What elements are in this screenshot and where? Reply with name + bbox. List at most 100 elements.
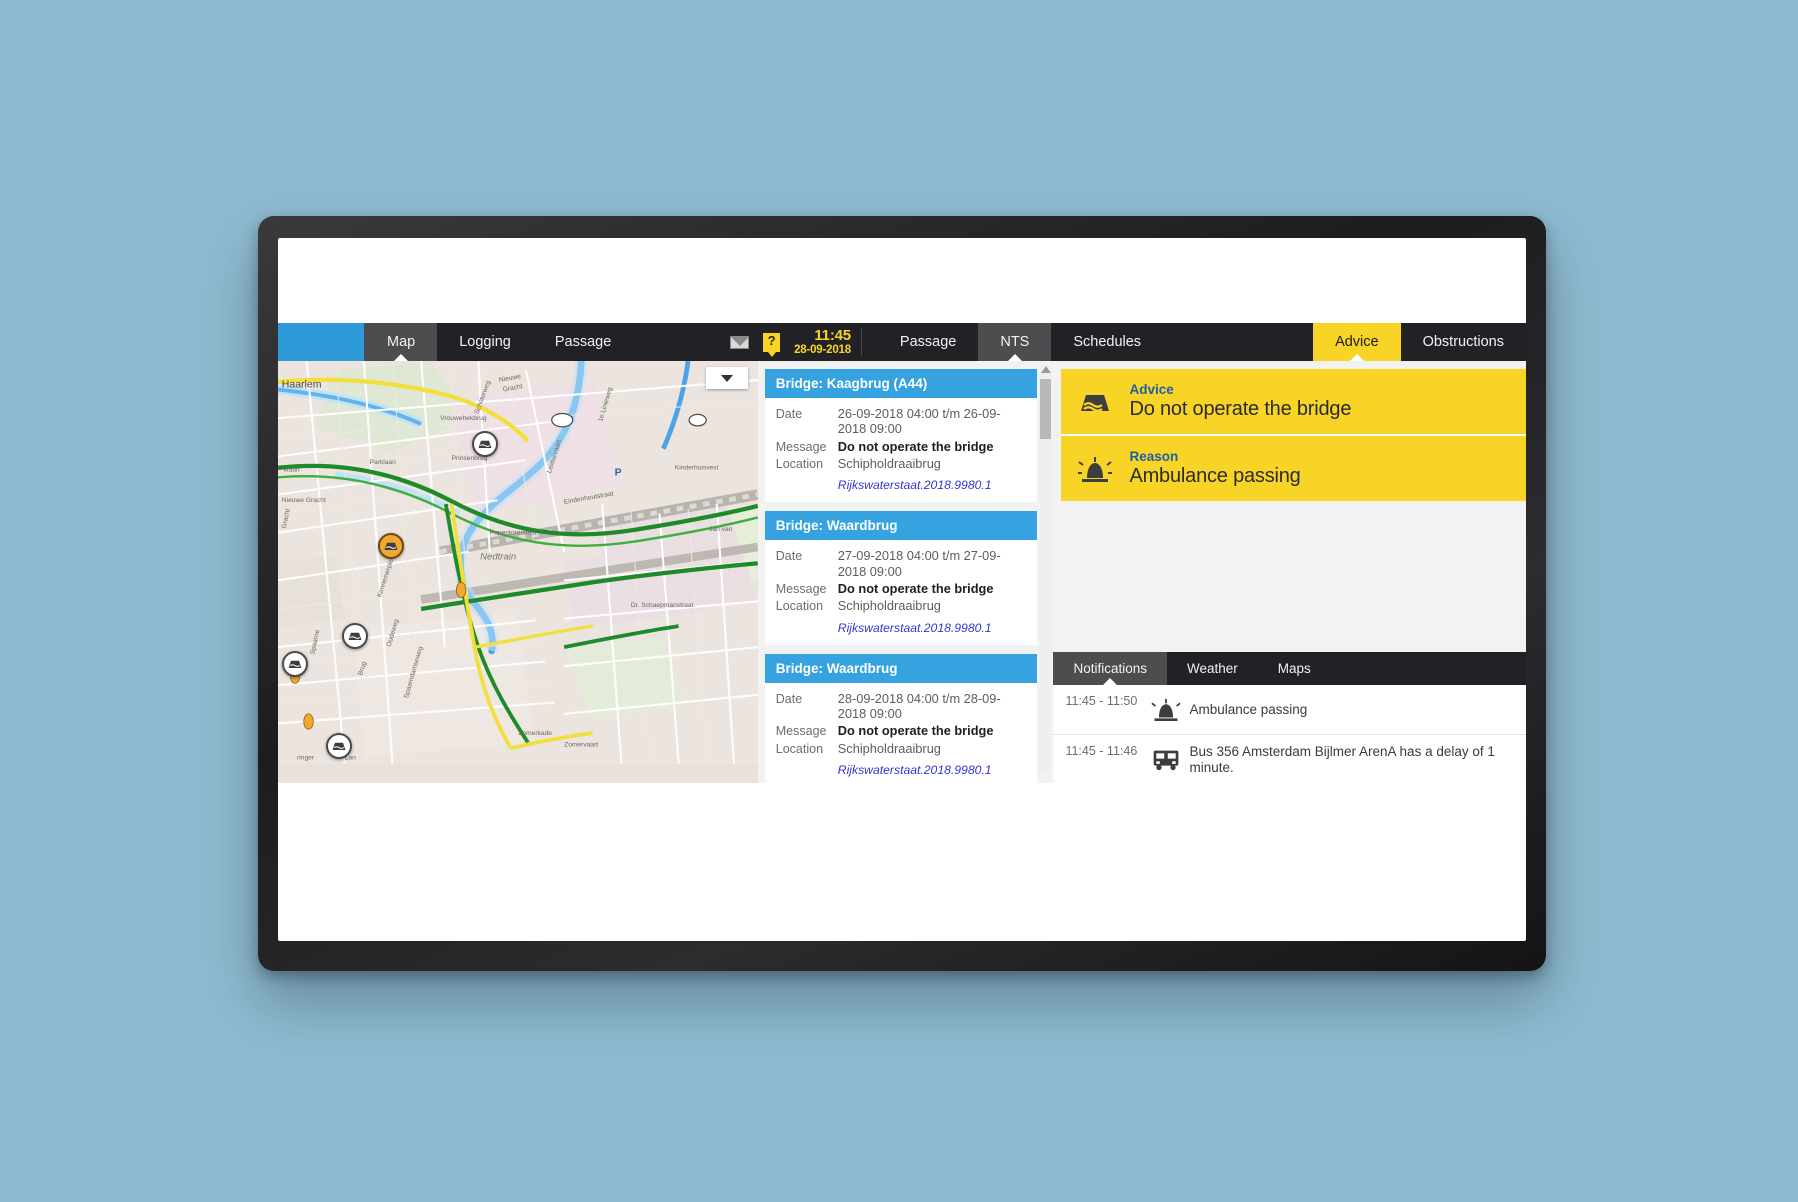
- nts-location-label: Location: [775, 599, 824, 614]
- advice-text-group: Advice Do not operate the bridge: [1129, 382, 1351, 421]
- svg-text:Haarlem: Haarlem: [282, 380, 322, 391]
- main-content-row: Haarlem Nieuwe Gracht Vrouwehekbrug Prin…: [278, 361, 1526, 783]
- nts-message-value: Do not operate the bridge: [837, 723, 994, 739]
- bus-icon: [1143, 748, 1189, 771]
- svg-text:Dr. Schaepmanstraat: Dr. Schaepmanstraat: [631, 602, 694, 609]
- nts-date-label: Date: [775, 549, 803, 564]
- notification-message: Ambulance passing: [1189, 701, 1308, 717]
- nts-location-row: Location Schipholdraaibrug: [776, 456, 1027, 471]
- scroll-up-arrow-icon[interactable]: [1041, 366, 1052, 373]
- tab-weather-label: Weather: [1187, 661, 1238, 677]
- nts-date-row: Date 28-09-2018 04:00 t/m 28-09-2018 09:…: [776, 691, 1027, 722]
- tab-notifications[interactable]: Notifications: [1053, 652, 1167, 686]
- bridge-icon: [288, 660, 302, 668]
- tab-weather[interactable]: Weather: [1167, 652, 1258, 685]
- tab-obstructions-label: Obstructions: [1422, 334, 1504, 350]
- mail-icon[interactable]: [730, 335, 750, 349]
- notification-list[interactable]: 11:45 - 11:50 Ambulance passing 11:45 - …: [1053, 685, 1526, 783]
- toolbar-gap: [1163, 323, 1313, 361]
- nts-message-value: Do not operate the bridge: [837, 581, 994, 597]
- nts-card-body: Date 28-09-2018 04:00 t/m 28-09-2018 09:…: [765, 683, 1038, 783]
- nts-location-row: Location Schipholdraaibrug: [776, 741, 1027, 756]
- scrollbar-thumb[interactable]: [1040, 379, 1052, 439]
- nts-card[interactable]: Bridge: Waardbrug Date 27-09-2018 04:00 …: [764, 511, 1038, 645]
- bridge-marker-5[interactable]: [326, 733, 352, 759]
- tab-advice-label: Advice: [1335, 334, 1379, 350]
- svg-text:Nieuwe Gracht: Nieuwe Gracht: [282, 497, 326, 504]
- tab-advice[interactable]: Advice: [1313, 323, 1401, 361]
- svg-text:Nedtrain: Nedtrain: [480, 551, 516, 562]
- nts-message-row: Message Do not operate the bridge: [776, 439, 1027, 454]
- svg-text:P: P: [615, 467, 622, 478]
- nts-date-row: Date 27-09-2018 04:00 t/m 27-09-2018 09:…: [776, 548, 1027, 579]
- reason-text-group: Reason Ambulance passing: [1129, 449, 1300, 488]
- svg-text:Parklaan: Parklaan: [370, 459, 397, 466]
- svg-text:Vrouwehekbrug: Vrouwehekbrug: [440, 415, 487, 422]
- tab-nts-label: NTS: [1000, 334, 1030, 350]
- tab-passage-label: Passage: [899, 334, 957, 350]
- nts-message-label: Message: [775, 724, 827, 739]
- nts-message-row: Message Do not operate the bridge: [776, 581, 1027, 596]
- bridge-icon: [332, 742, 346, 750]
- advice-row-reason: Reason Ambulance passing: [1061, 434, 1526, 501]
- reason-label: Reason: [1129, 449, 1179, 464]
- notification-message: Bus 356 Amsterdam Bijlmer ArenA has a de…: [1189, 743, 1495, 775]
- clock: 11:45 28-09-2018: [794, 327, 862, 357]
- nts-reference-link[interactable]: Rijkswaterstaat.2018.9980.1: [838, 478, 1027, 492]
- nts-location-value: Schipholdraaibrug: [837, 456, 941, 472]
- bridge-marker-2[interactable]: [378, 533, 404, 559]
- nts-card[interactable]: Bridge: Waardbrug Date 28-09-2018 04:00 …: [764, 653, 1038, 783]
- nts-reference-link[interactable]: Rijkswaterstaat.2018.9980.1: [838, 621, 1027, 635]
- bridge-icon: [478, 440, 492, 448]
- tab-obstructions[interactable]: Obstructions: [1401, 323, 1526, 361]
- help-icon-glyph: ?: [767, 332, 776, 348]
- nts-reference-link[interactable]: Rijkswaterstaat.2018.9980.1: [838, 763, 1027, 777]
- siren-icon: [1143, 697, 1189, 722]
- nts-location-value: Schipholdraaibrug: [837, 740, 941, 756]
- nts-card-title: Bridge: Kaagbrug (A44): [764, 369, 1038, 398]
- bridge-marker-3[interactable]: [342, 623, 368, 649]
- advice-label: Advice: [1129, 382, 1174, 397]
- bridge-icon: [384, 542, 398, 550]
- nts-location-label: Location: [775, 457, 824, 472]
- svg-text:Jan van: Jan van: [709, 526, 733, 533]
- nts-scroll-area[interactable]: Bridge: Kaagbrug (A44) Date 26-09-2018 0…: [758, 361, 1054, 783]
- svg-text:klaan: klaan: [284, 467, 300, 474]
- nts-location-label: Location: [775, 741, 824, 756]
- nts-message-row: Message Do not operate the bridge: [776, 723, 1027, 738]
- nts-location-value: Schipholdraaibrug: [837, 598, 941, 614]
- advice-box: Advice Do not operate the bridge Reason …: [1061, 369, 1526, 501]
- tab-logging[interactable]: Logging: [437, 323, 533, 361]
- nts-date-label: Date: [775, 407, 803, 421]
- bridge-marker-1[interactable]: [472, 431, 498, 457]
- nts-scrollbar[interactable]: [1040, 365, 1052, 771]
- tab-passage-left[interactable]: Passage: [533, 323, 633, 361]
- nts-card-title: Bridge: Waardbrug: [764, 653, 1038, 683]
- tab-maps[interactable]: Maps: [1258, 652, 1331, 685]
- nts-card-title: Bridge: Waardbrug: [764, 511, 1038, 541]
- svg-text:Zomerkade: Zomerkade: [518, 730, 552, 737]
- notification-tabs: Notifications Weather Maps: [1053, 652, 1526, 686]
- application-window: Map Logging Passage ? 11:45 28-09-2018 P…: [278, 323, 1526, 783]
- tab-passage[interactable]: Passage: [878, 323, 978, 361]
- tab-nts[interactable]: NTS: [978, 323, 1052, 361]
- tab-notifications-label: Notifications: [1073, 661, 1147, 677]
- map-panel[interactable]: Haarlem Nieuwe Gracht Vrouwehekbrug Prin…: [278, 361, 758, 783]
- nts-card[interactable]: Bridge: Kaagbrug (A44) Date 26-09-2018 0…: [764, 369, 1038, 503]
- nts-message-value: Do not operate the bridge: [837, 438, 994, 454]
- notification-item[interactable]: 11:45 - 11:50 Ambulance passing: [1053, 685, 1526, 736]
- bridge-marker-4[interactable]: [282, 651, 308, 677]
- toolbar-icon-group: ? 11:45 28-09-2018: [720, 323, 878, 361]
- tab-map-label: Map: [387, 334, 416, 350]
- tab-maps-label: Maps: [1277, 661, 1311, 677]
- tab-schedules[interactable]: Schedules: [1051, 323, 1163, 361]
- tab-map[interactable]: Map: [365, 323, 438, 361]
- svg-text:ringer: ringer: [297, 755, 315, 762]
- notification-item[interactable]: 11:45 - 11:46 Bus 356 Amsterdam Bijlmer …: [1053, 735, 1526, 783]
- nts-date-value: 26-09-2018 04:00 t/m 26-09-2018 09:00: [837, 406, 1001, 437]
- nts-date-label: Date: [775, 691, 803, 706]
- help-icon[interactable]: ?: [763, 332, 781, 352]
- map-layer-dropdown[interactable]: [705, 367, 748, 389]
- advice-notifications-panel: Advice Do not operate the bridge Reason …: [1053, 361, 1526, 783]
- nts-date-row: Date 26-09-2018 04:00 t/m 26-09-2018 09:…: [776, 406, 1027, 437]
